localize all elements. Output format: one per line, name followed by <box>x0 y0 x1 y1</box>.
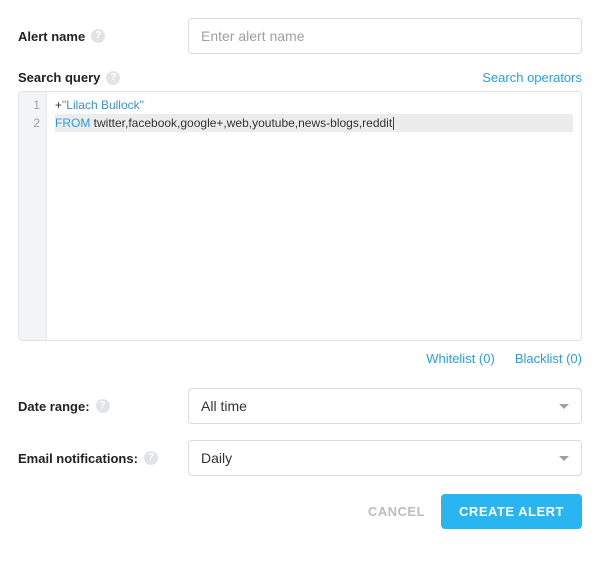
code-token-keyword: FROM <box>55 116 90 130</box>
code-token-string: "Lilach Bullock" <box>62 98 144 112</box>
code-token: + <box>55 98 62 112</box>
search-operators-link[interactable]: Search operators <box>482 70 582 85</box>
line-number: 2 <box>19 114 40 132</box>
help-icon: ? <box>96 399 110 413</box>
email-notifications-select[interactable]: Daily <box>188 440 582 476</box>
create-alert-button[interactable]: CREATE ALERT <box>441 494 582 529</box>
line-gutter: 1 2 <box>19 92 47 340</box>
chevron-down-icon <box>559 456 569 461</box>
chevron-down-icon <box>559 404 569 409</box>
code-area[interactable]: +"Lilach Bullock" FROM twitter,facebook,g… <box>47 92 581 340</box>
whitelist-link[interactable]: Whitelist (0) <box>426 351 495 366</box>
date-range-select[interactable]: All time <box>188 388 582 424</box>
help-icon: ? <box>106 71 120 85</box>
alert-name-label: Alert name <box>18 29 85 44</box>
code-token: twitter,facebook,google+,web,youtube,new… <box>90 116 392 130</box>
cancel-button[interactable]: CANCEL <box>368 504 425 519</box>
date-range-value: All time <box>201 398 247 414</box>
search-query-editor[interactable]: 1 2 +"Lilach Bullock" FROM twitter,facebo… <box>18 91 582 341</box>
email-notifications-label: Email notifications: <box>18 451 138 466</box>
blacklist-link[interactable]: Blacklist (0) <box>515 351 582 366</box>
help-icon: ? <box>91 29 105 43</box>
email-notifications-value: Daily <box>201 450 232 466</box>
alert-name-input[interactable] <box>188 18 582 54</box>
date-range-label: Date range: <box>18 399 90 414</box>
line-number: 1 <box>19 96 40 114</box>
text-cursor <box>393 117 394 130</box>
help-icon: ? <box>144 451 158 465</box>
search-query-label: Search query <box>18 70 100 85</box>
